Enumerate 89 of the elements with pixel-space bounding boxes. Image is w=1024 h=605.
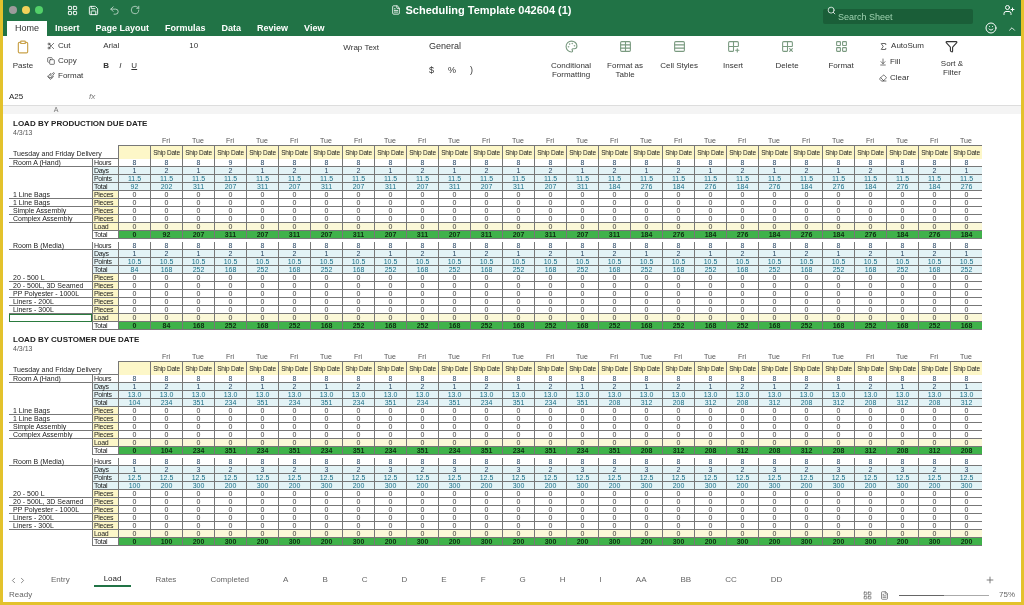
search-icon — [827, 5, 836, 15]
sidebar-icon[interactable] — [67, 4, 78, 16]
ribbon-button[interactable]: Format as Table — [603, 40, 648, 79]
italic-button[interactable]: I — [119, 60, 122, 72]
paste-button[interactable]: Paste — [9, 40, 37, 72]
status-text: Ready — [9, 589, 33, 601]
copy-button[interactable]: Copy — [47, 55, 84, 67]
ribbon-tab[interactable]: Data — [213, 21, 250, 36]
brush-icon — [47, 72, 55, 80]
ribbon-button[interactable]: Delete — [765, 40, 810, 70]
sheet-tab[interactable]: F — [470, 573, 496, 587]
autosum-button[interactable]: AutoSum — [879, 40, 924, 52]
sheet-tab[interactable]: CC — [715, 573, 747, 587]
sheet-tab[interactable]: DD — [760, 573, 793, 587]
page-view-icon[interactable] — [880, 590, 889, 600]
name-box[interactable]: A25 — [9, 90, 69, 103]
currency-button[interactable]: $ — [429, 63, 435, 77]
font-field[interactable]: Arial — [103, 40, 184, 52]
sheet-tab[interactable]: C — [351, 573, 378, 587]
filter-icon — [945, 40, 959, 53]
smiley-icon[interactable] — [985, 22, 997, 34]
ribbon-icon — [618, 40, 632, 53]
sheet-tab[interactable]: G — [509, 573, 536, 587]
sheet-tab[interactable]: H — [549, 573, 576, 587]
font-size-field[interactable]: 10 — [189, 40, 214, 52]
ribbon-tab[interactable]: Review — [249, 21, 297, 36]
clipboard-icon — [16, 40, 30, 54]
copy-icon — [47, 57, 55, 65]
eraser-icon — [879, 74, 888, 82]
ribbon-tab[interactable]: Home — [7, 21, 47, 36]
ribbon-button[interactable]: Cell Styles — [657, 40, 702, 70]
underline-button[interactable]: U — [131, 60, 138, 72]
sheet-tab[interactable]: I — [589, 573, 612, 587]
sort-filter-button[interactable]: Sort & Filter — [933, 40, 970, 77]
add-sheet-icon[interactable] — [985, 575, 995, 585]
sheet-tab[interactable]: BB — [670, 573, 702, 587]
window-title: Scheduling Template 042604 (1) — [405, 2, 572, 18]
ribbon-icon — [726, 40, 740, 53]
number-format-field[interactable]: General — [429, 40, 540, 54]
next-sheet-icon[interactable] — [18, 575, 27, 585]
ribbon-icon — [564, 40, 578, 53]
section-title: LOAD BY CUSTOMER DUE DATE — [12, 335, 141, 345]
search-field[interactable]: Search Sheet — [823, 9, 973, 24]
clear-button[interactable]: Clear — [879, 72, 924, 84]
sigma-icon — [879, 41, 889, 51]
close-icon[interactable] — [9, 6, 17, 14]
ribbon-tab[interactable]: Formulas — [157, 21, 214, 36]
sheet-tab[interactable]: AA — [625, 573, 657, 587]
document-icon — [391, 5, 402, 15]
zoom-icon[interactable] — [35, 6, 43, 14]
redo-icon[interactable] — [130, 5, 140, 15]
sheet-tab[interactable]: Completed — [200, 573, 260, 587]
ribbon-tab[interactable]: Page Layout — [87, 21, 158, 36]
ribbon-icon — [672, 40, 686, 53]
sheet-tab[interactable]: B — [312, 573, 338, 587]
ribbon-icon — [834, 40, 848, 53]
format-painter-button[interactable]: Format — [47, 70, 84, 82]
percent-button[interactable]: % — [448, 63, 457, 77]
sheet-tab[interactable]: A — [273, 573, 299, 587]
bold-button[interactable]: B — [103, 60, 110, 72]
normal-view-icon[interactable] — [863, 590, 872, 600]
ribbon-icon — [780, 40, 794, 53]
previous-sheet-icon[interactable] — [9, 575, 18, 585]
ribbon-button[interactable]: Conditional Formatting — [549, 40, 594, 79]
sheet-tab[interactable]: Load — [93, 573, 132, 587]
sheet-tab[interactable]: D — [391, 573, 418, 587]
minimize-icon[interactable] — [22, 6, 30, 14]
ribbon-tab[interactable]: View — [296, 21, 333, 36]
add-person-icon[interactable] — [1003, 4, 1015, 16]
header-cell — [118, 361, 150, 375]
collapse-icon[interactable] — [1007, 24, 1017, 34]
ribbon-button[interactable]: Format — [819, 40, 864, 70]
fill-button[interactable]: Fill — [879, 56, 924, 68]
cut-button[interactable]: Cut — [47, 40, 84, 52]
undo-icon[interactable] — [109, 4, 120, 16]
fx-label: fx — [89, 90, 96, 103]
sheet-tab[interactable]: Rates — [145, 573, 187, 587]
zoom-level: 75% — [999, 589, 1015, 601]
section-title: LOAD BY PRODUCTION DUE DATE — [12, 119, 149, 129]
fill-icon — [879, 58, 888, 66]
sheet-tab[interactable]: E — [431, 573, 457, 587]
header-cell — [118, 145, 150, 159]
sheet-tab[interactable]: Entry — [41, 573, 80, 587]
wrap-text-button[interactable]: Wrap Text — [343, 42, 380, 54]
ribbon-button[interactable]: Insert — [711, 40, 756, 70]
comma-button[interactable]: ) — [470, 63, 474, 77]
scissors-icon — [47, 42, 55, 50]
ribbon-tab[interactable]: Insert — [47, 21, 88, 36]
save-icon[interactable] — [88, 4, 99, 16]
